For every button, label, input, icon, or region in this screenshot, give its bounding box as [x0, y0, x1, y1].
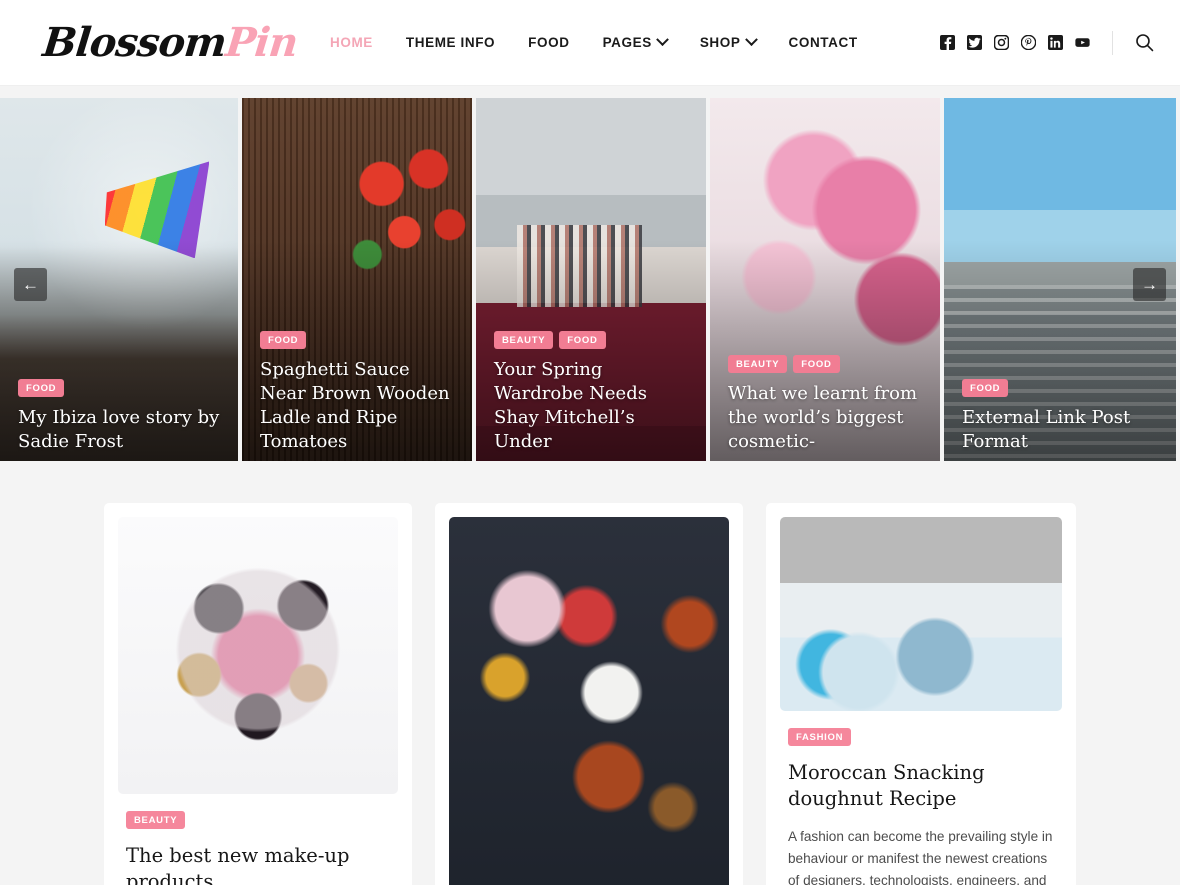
post-card-body: BEAUTY The best new make-up products [118, 794, 398, 885]
post-category-tag[interactable]: BEAUTY [126, 811, 186, 829]
post-thumbnail-doughnut[interactable] [780, 517, 1062, 711]
post-thumbnail-makeup[interactable] [118, 517, 398, 794]
header-actions [940, 30, 1162, 55]
nav-item-home-label: HOME [330, 35, 373, 50]
category-tag[interactable]: FOOD [962, 379, 1009, 398]
site-header: BlossomPin HOME THEME INFO FOOD PAGES SH… [0, 0, 1180, 86]
header-divider [1112, 30, 1113, 55]
nav-item-shop[interactable]: SHOP [699, 33, 758, 50]
slider-slide[interactable]: BEAUTY FOOD What we learnt from the worl… [710, 98, 940, 461]
chevron-down-icon [744, 33, 758, 47]
youtube-icon[interactable] [1075, 35, 1090, 50]
category-tag[interactable]: FOOD [18, 379, 65, 398]
slide-content: BEAUTY FOOD What we learnt from the worl… [728, 355, 924, 454]
slide-category-row: FOOD [18, 379, 222, 398]
nav-item-contact-label: CONTACT [788, 35, 858, 50]
category-tag[interactable]: FOOD [793, 355, 840, 374]
slide-category-row: FOOD [260, 331, 456, 350]
post-excerpt: A fashion can become the prevailing styl… [788, 828, 1053, 885]
slide-title[interactable]: My Ibiza love story by Sadie Frost [18, 406, 222, 454]
nav-item-pages[interactable]: PAGES [602, 33, 669, 50]
slider-next-button[interactable]: → [1133, 268, 1166, 301]
post-card[interactable]: CULTURE [435, 503, 743, 885]
nav-item-pages-label: PAGES [602, 35, 652, 50]
slide-title[interactable]: What we learnt from the world’s biggest … [728, 382, 924, 454]
chevron-down-icon [655, 33, 669, 47]
logo-primary-text: Blossom [40, 18, 229, 66]
post-thumbnail-spices[interactable] [449, 517, 729, 885]
category-tag[interactable]: FOOD [260, 331, 307, 350]
pinterest-icon[interactable] [1021, 35, 1036, 50]
nav-item-theme-info[interactable]: THEME INFO [406, 35, 495, 50]
slide-title[interactable]: External Link Post Format [962, 406, 1160, 454]
category-tag[interactable]: BEAUTY [728, 355, 788, 374]
category-tag[interactable]: FOOD [559, 331, 606, 350]
post-card-body: FASHION Moroccan Snacking doughnut Recip… [780, 711, 1062, 885]
twitter-icon[interactable] [967, 35, 982, 50]
nav-item-food[interactable]: FOOD [528, 35, 569, 50]
search-icon[interactable] [1135, 33, 1154, 52]
instagram-icon[interactable] [994, 35, 1009, 50]
slide-category-row: BEAUTY FOOD [728, 355, 924, 374]
slide-content: BEAUTY FOOD Your Spring Wardrobe Needs S… [494, 331, 690, 454]
slider-prev-button[interactable]: ← [14, 268, 47, 301]
post-card[interactable]: FASHION Moroccan Snacking doughnut Recip… [766, 503, 1076, 885]
post-title[interactable]: Moroccan Snacking doughnut Recipe [788, 760, 1054, 812]
post-category-tag[interactable]: FASHION [788, 728, 852, 746]
facebook-icon[interactable] [940, 35, 955, 50]
slider-slide[interactable]: FOOD Spaghetti Sauce Near Brown Wooden L… [242, 98, 472, 461]
slide-category-row: FOOD [962, 379, 1160, 398]
nav-item-theme-info-label: THEME INFO [405, 35, 496, 50]
post-card[interactable]: BEAUTY The best new make-up products [104, 503, 412, 885]
slide-content: FOOD My Ibiza love story by Sadie Frost [18, 379, 222, 454]
post-title[interactable]: The best new make-up products [126, 843, 390, 885]
logo-accent-text: Pin [223, 18, 300, 66]
nav-item-home[interactable]: HOME [330, 35, 373, 50]
slide-content: FOOD Spaghetti Sauce Near Brown Wooden L… [260, 331, 456, 454]
slide-title[interactable]: Your Spring Wardrobe Needs Shay Mitchell… [494, 358, 690, 454]
post-grid: BEAUTY The best new make-up products CUL… [0, 461, 1180, 885]
nav-item-contact[interactable]: CONTACT [789, 35, 858, 50]
nav-item-food-label: FOOD [528, 35, 570, 50]
slide-content: FOOD External Link Post Format [962, 379, 1160, 454]
nav-item-shop-label: SHOP [699, 35, 741, 50]
primary-navigation: HOME THEME INFO FOOD PAGES SHOP CONTACT [330, 33, 858, 50]
featured-post-slider: FOOD My Ibiza love story by Sadie Frost … [0, 86, 1180, 461]
slide-category-row: BEAUTY FOOD [494, 331, 690, 350]
slider-slide[interactable]: BEAUTY FOOD Your Spring Wardrobe Needs S… [476, 98, 706, 461]
slide-title[interactable]: Spaghetti Sauce Near Brown Wooden Ladle … [260, 358, 456, 454]
category-tag[interactable]: BEAUTY [494, 331, 554, 350]
linkedin-icon[interactable] [1048, 35, 1063, 50]
site-logo[interactable]: BlossomPin [0, 19, 330, 66]
social-links [940, 35, 1090, 50]
